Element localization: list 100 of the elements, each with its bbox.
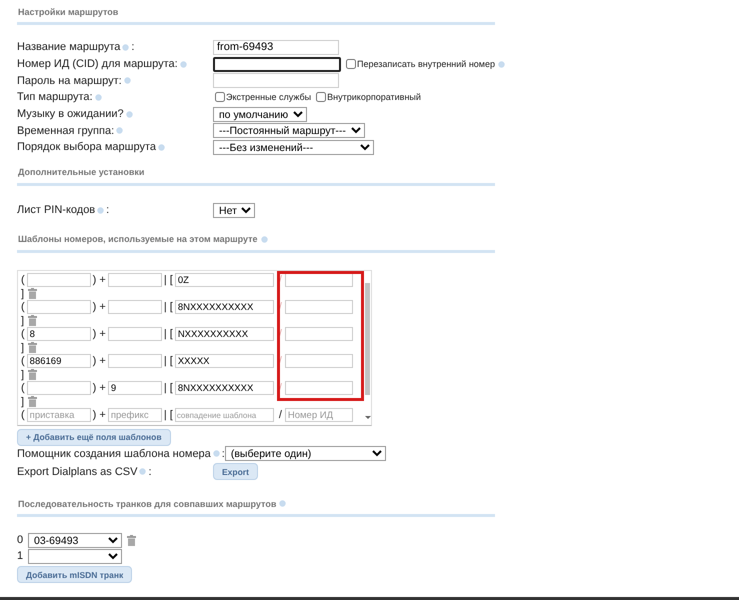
help-icon[interactable]	[124, 77, 131, 84]
plus-text: ) +	[92, 274, 107, 286]
checkbox-label: Внутрикорпоративный	[327, 92, 421, 102]
field-label: Временная группа:	[17, 124, 114, 137]
checkbox-label: Экстренные службы	[226, 92, 312, 102]
plus-text: ) +	[92, 328, 107, 340]
plus-text: ) +	[92, 409, 107, 421]
help-icon[interactable]	[116, 127, 124, 134]
field-label: Порядок выбора маршрута	[17, 141, 156, 154]
pattern-field[interactable]: совпадение шаблона	[174, 408, 274, 422]
caller-id-field[interactable]	[284, 273, 353, 287]
prefix-field[interactable]	[108, 300, 162, 314]
trash-icon[interactable]	[28, 369, 38, 380]
dropdown[interactable]: по умолчанию	[213, 106, 307, 122]
checkbox[interactable]	[215, 92, 225, 102]
field-label: Помощник создания шаблона номера	[17, 448, 211, 460]
help-icon[interactable]	[126, 110, 133, 118]
plus-text: ) +	[92, 382, 107, 394]
caller-id-field[interactable]: Номер ИД	[284, 408, 353, 422]
field-label: Тип маршрута:	[17, 91, 93, 104]
caller-id-field[interactable]	[284, 327, 353, 341]
pattern-field[interactable]: NXXXXXXXXXX	[174, 327, 274, 341]
pattern-field[interactable]: 8NXXXXXXXXXX	[174, 381, 274, 395]
dropdown[interactable]: ---Постоянный маршрут---	[213, 123, 365, 138]
field-label: Лист PIN-кодов	[17, 204, 96, 216]
field-label: Пароль на маршрут:	[17, 74, 122, 87]
paren-text: (	[21, 328, 26, 340]
dropdown[interactable]: ---Без изменений---	[213, 140, 374, 155]
colon-text: :	[106, 204, 110, 216]
plus-text: ) +	[92, 355, 107, 367]
prefix-field[interactable]: 9	[108, 381, 162, 395]
prefix-field[interactable]	[108, 273, 162, 287]
paren-text: (	[21, 409, 26, 421]
section-title: Дополнительные установки	[18, 167, 144, 178]
prepend-field[interactable]	[26, 273, 91, 287]
help-icon[interactable]	[260, 236, 268, 242]
caller-id-field[interactable]	[284, 354, 353, 368]
colon-text: :	[222, 448, 225, 460]
bracket-text: ]	[21, 314, 24, 326]
trash-icon[interactable]	[28, 342, 38, 353]
pattern-field[interactable]: 0Z	[174, 273, 274, 287]
add-patterns-button[interactable]: + Добавить ещё поля шаблонов	[17, 428, 171, 446]
bracket-text: ]	[21, 342, 24, 354]
checkbox-label: Перезаписать внутренний номер	[357, 59, 495, 70]
prepend-field[interactable]: 886169	[26, 354, 91, 368]
caller-id-field[interactable]	[284, 381, 353, 395]
trash-icon[interactable]	[28, 288, 38, 299]
section-title: Шаблоны номеров, используемые на этом маршруте	[18, 234, 258, 244]
checkbox[interactable]	[346, 59, 356, 70]
help-icon[interactable]	[94, 94, 102, 101]
add-trunk-button[interactable]: Добавить mISDN транк	[17, 566, 132, 584]
section-title: Последовательность транков для совпавших маршрутов	[18, 498, 276, 509]
colon-text: :	[131, 41, 134, 54]
field-label: Номер ИД (CID) для маршрута:	[17, 58, 178, 70]
prepend-field[interactable]	[26, 300, 91, 314]
section-title: Настройки маршрутов	[18, 6, 118, 16]
prefix-field[interactable]: префикс	[108, 408, 162, 422]
help-icon[interactable]	[139, 468, 146, 476]
prefix-field[interactable]	[108, 327, 162, 341]
trunk-index: 0	[17, 534, 23, 546]
paren-text: (	[21, 301, 26, 313]
trash-icon[interactable]	[127, 534, 136, 546]
pattern-field[interactable]: 8NXXXXXXXXXX	[174, 300, 274, 314]
help-icon[interactable]	[212, 450, 220, 458]
help-icon[interactable]	[122, 44, 130, 51]
colon-text: :	[148, 466, 152, 478]
prepend-field[interactable]: приставка	[26, 408, 91, 422]
help-icon[interactable]	[158, 144, 165, 151]
help-icon[interactable]	[97, 206, 104, 214]
text-field[interactable]: from-69493	[213, 40, 339, 55]
paren-text: (	[21, 274, 26, 286]
bracket-text: ]	[21, 396, 24, 408]
pattern-field[interactable]: XXXXX	[174, 354, 274, 368]
help-icon[interactable]	[279, 500, 286, 508]
trash-icon[interactable]	[28, 315, 38, 326]
trunk-dropdown[interactable]	[28, 548, 122, 564]
bracket-text: ]	[21, 368, 24, 380]
trunk-dropdown[interactable]: 03-69493	[28, 532, 122, 548]
text-field[interactable]	[213, 56, 341, 72]
bracket-text: | [	[164, 409, 174, 421]
export-button[interactable]: Export	[213, 463, 258, 480]
checkbox[interactable]	[316, 92, 326, 102]
bracket-text: | [	[164, 355, 174, 367]
prefix-field[interactable]	[108, 354, 162, 368]
help-icon[interactable]	[180, 60, 187, 68]
dropdown[interactable]: Нет	[213, 202, 255, 218]
dropdown[interactable]: (выберите один)	[224, 446, 386, 462]
field-label: Музыку в ожидании?	[17, 108, 124, 120]
field-label: Название маршрута	[17, 41, 120, 54]
bracket-text: | [	[164, 328, 174, 340]
bracket-text: | [	[164, 301, 174, 313]
paren-text: (	[21, 382, 26, 394]
prepend-field[interactable]	[26, 381, 91, 395]
trash-icon[interactable]	[28, 396, 38, 407]
help-icon[interactable]	[498, 60, 505, 68]
caller-id-field[interactable]	[284, 300, 353, 314]
field-label: Export Dialplans as CSV	[17, 466, 138, 478]
plus-text: ) +	[92, 301, 107, 313]
bracket-text: | [	[164, 274, 174, 286]
prepend-field[interactable]: 8	[26, 327, 91, 341]
